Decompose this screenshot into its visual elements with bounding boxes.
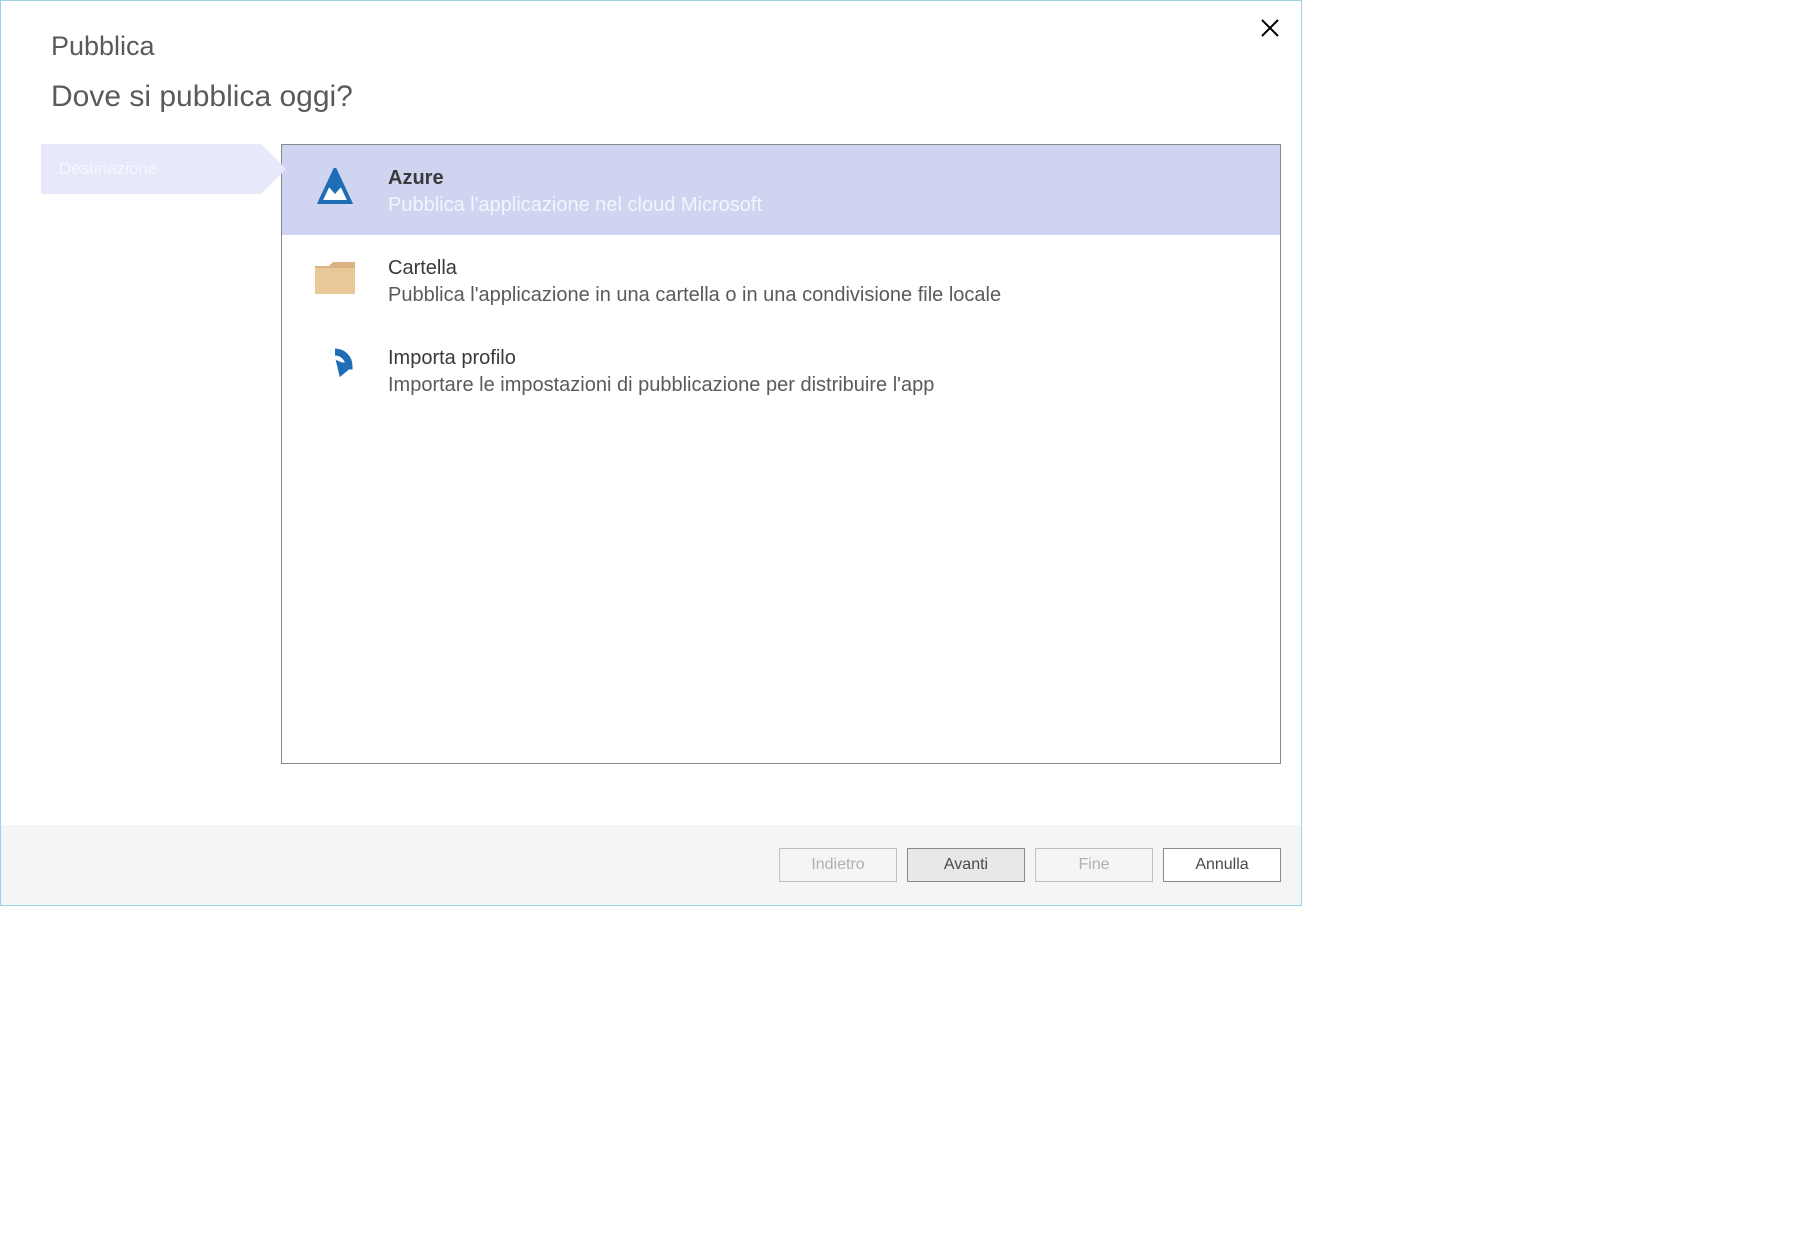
- step-label: Destinazione: [59, 159, 157, 179]
- option-azure[interactable]: Azure Pubblica l'applicazione nel cloud …: [282, 145, 1280, 235]
- dialog-header: Pubblica Dove si pubblica oggi?: [1, 1, 1301, 124]
- folder-icon: [312, 255, 358, 301]
- publish-dialog: Pubblica Dove si pubblica oggi? Destinaz…: [0, 0, 1302, 906]
- back-button[interactable]: Indietro: [779, 848, 897, 882]
- next-button[interactable]: Avanti: [907, 848, 1025, 882]
- option-folder-desc: Pubblica l'applicazione in una cartella …: [388, 284, 1250, 307]
- option-folder[interactable]: Cartella Pubblica l'applicazione in una …: [282, 235, 1280, 325]
- option-folder-title: Cartella: [388, 257, 1250, 280]
- target-options-panel: Azure Pubblica l'applicazione nel cloud …: [281, 144, 1281, 764]
- dialog-content: Destinazione Azure Pubblica l'applicazio…: [1, 124, 1301, 764]
- option-azure-desc: Pubblica l'applicazione nel cloud Micros…: [388, 194, 1250, 217]
- finish-button[interactable]: Fine: [1035, 848, 1153, 882]
- wizard-sidebar: Destinazione: [41, 144, 261, 764]
- dialog-title: Pubblica: [51, 31, 1251, 62]
- option-import-desc: Importare le impostazioni di pubblicazio…: [388, 374, 1250, 397]
- option-folder-text: Cartella Pubblica l'applicazione in una …: [388, 255, 1250, 307]
- option-import-text: Importa profilo Importare le impostazion…: [388, 345, 1250, 397]
- import-icon: [312, 345, 358, 391]
- dialog-footer: Indietro Avanti Fine Annulla: [1, 825, 1301, 905]
- close-icon: [1261, 19, 1279, 37]
- azure-icon: [312, 165, 358, 211]
- option-import-title: Importa profilo: [388, 347, 1250, 370]
- option-import-profile[interactable]: Importa profilo Importare le impostazion…: [282, 325, 1280, 415]
- option-azure-title: Azure: [388, 167, 1250, 190]
- close-button[interactable]: [1253, 11, 1287, 45]
- step-destination[interactable]: Destinazione: [41, 144, 261, 194]
- option-azure-text: Azure Pubblica l'applicazione nel cloud …: [388, 165, 1250, 217]
- dialog-subtitle: Dove si pubblica oggi?: [51, 80, 1251, 114]
- cancel-button[interactable]: Annulla: [1163, 848, 1281, 882]
